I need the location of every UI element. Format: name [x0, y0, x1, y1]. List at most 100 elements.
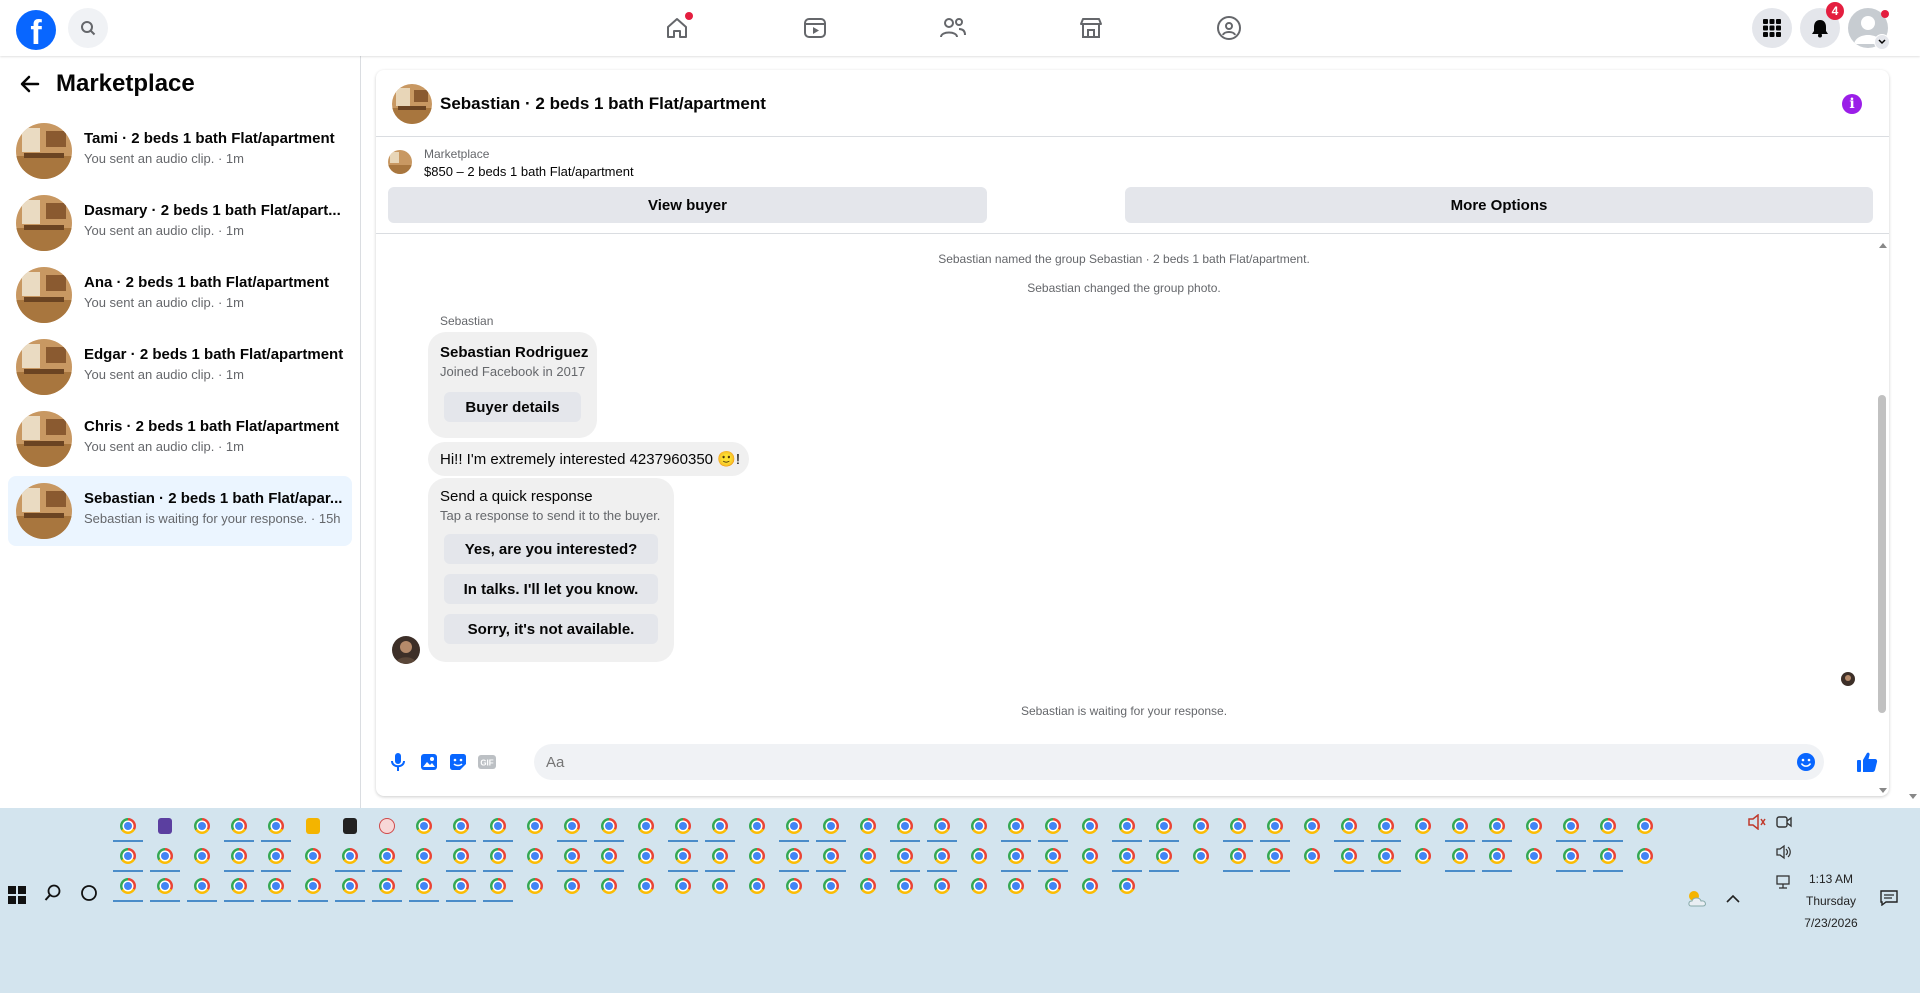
volume-muted-icon[interactable]	[1748, 814, 1766, 830]
search-button[interactable]	[68, 8, 108, 48]
listing-thumbnail[interactable]	[388, 150, 412, 174]
conversation-item[interactable]: Edgar · 2 beds 1 bath Flat/apartment You …	[8, 332, 352, 402]
taskbar-app-icon[interactable]	[1635, 844, 1655, 876]
taskbar-app-icon[interactable]	[192, 844, 212, 876]
taskbar-app-icon[interactable]	[335, 844, 365, 876]
like-button[interactable]	[1855, 750, 1879, 774]
taskbar-app-icon[interactable]	[1038, 844, 1068, 876]
taskbar-app-icon[interactable]	[932, 874, 952, 906]
taskbar-app-icon[interactable]	[594, 814, 624, 846]
taskbar-app-icon[interactable]	[224, 814, 254, 846]
view-buyer-button[interactable]: View buyer	[388, 187, 987, 223]
conversation-item[interactable]: Ana · 2 beds 1 bath Flat/apartment You se…	[8, 260, 352, 330]
taskbar-app-icon[interactable]	[636, 874, 656, 906]
taskbar-app-icon[interactable]	[1260, 814, 1290, 846]
quick-response-option[interactable]: Sorry, it's not available.	[444, 614, 658, 644]
taskbar-app-icon[interactable]	[821, 874, 841, 906]
menu-button[interactable]	[1752, 8, 1792, 48]
taskbar-app-icon[interactable]	[1149, 844, 1179, 876]
taskbar-app-icon[interactable]	[890, 814, 920, 846]
scrollbar-thumb[interactable]	[1878, 395, 1886, 713]
taskbar-app-icon[interactable]	[1524, 844, 1544, 876]
taskbar-app-icon[interactable]	[446, 844, 476, 876]
show-hidden-icons-chevron-up-icon[interactable]	[1726, 894, 1740, 904]
groups-nav-button[interactable]	[1209, 8, 1249, 48]
more-options-button[interactable]: More Options	[1125, 187, 1873, 223]
taskbar-app-icon[interactable]	[261, 874, 291, 906]
taskbar-app-icon[interactable]	[1260, 844, 1290, 876]
taskbar-app-icon[interactable]	[1112, 844, 1142, 876]
speaker-icon[interactable]	[1776, 844, 1792, 860]
taskbar-app-icon[interactable]	[155, 814, 175, 846]
action-center-icon[interactable]	[1880, 890, 1898, 906]
taskbar-app-icon[interactable]	[1006, 874, 1026, 906]
taskbar-app-icon[interactable]	[409, 874, 439, 906]
sender-avatar[interactable]	[392, 636, 420, 664]
taskbar-app-icon[interactable]	[340, 814, 360, 846]
taskbar-app-icon[interactable]	[1413, 844, 1433, 876]
taskbar-app-icon[interactable]	[1445, 844, 1475, 876]
taskbar-app-icon[interactable]	[224, 844, 254, 876]
taskbar-app-icon[interactable]	[710, 874, 730, 906]
conversation-item[interactable]: Chris · 2 beds 1 bath Flat/apartment You …	[8, 404, 352, 474]
page-scroll-down-icon[interactable]	[1909, 794, 1917, 800]
taskbar-app-icon[interactable]	[1223, 814, 1253, 846]
taskbar-app-icon[interactable]	[414, 844, 434, 876]
taskbar-app-icon[interactable]	[1556, 814, 1586, 846]
back-button[interactable]	[18, 72, 42, 101]
taskbar-app-icon[interactable]	[483, 874, 513, 906]
conversation-item[interactable]: Tami · 2 beds 1 bath Flat/apartment You s…	[8, 116, 352, 186]
taskbar-app-icon[interactable]	[1635, 814, 1655, 846]
message-input[interactable]	[534, 744, 1778, 780]
quick-response-option[interactable]: In talks. I'll let you know.	[444, 574, 658, 604]
taskbar-app-icon[interactable]	[557, 814, 587, 846]
taskbar-app-icon[interactable]	[1302, 814, 1322, 846]
meet-now-icon[interactable]	[1776, 814, 1792, 830]
taskbar-app-icon[interactable]	[150, 874, 180, 906]
start-button[interactable]	[8, 886, 26, 909]
attach-photo-button[interactable]	[419, 752, 439, 772]
conversation-title[interactable]: Sebastian · 2 beds 1 bath Flat/apartment	[440, 94, 766, 114]
taskbar-app-icon[interactable]	[1445, 814, 1475, 846]
facebook-logo[interactable]: f	[16, 10, 56, 50]
taskbar-app-icon[interactable]	[1080, 814, 1100, 846]
conversation-item[interactable]: Dasmary · 2 beds 1 bath Flat/apart... You…	[8, 188, 352, 258]
marketplace-nav-button[interactable]	[1071, 8, 1111, 48]
taskbar-app-icon[interactable]	[483, 844, 513, 876]
taskbar-app-icon[interactable]	[372, 874, 402, 906]
taskbar-app-icon[interactable]	[303, 844, 323, 876]
taskbar-app-icon[interactable]	[1191, 844, 1211, 876]
taskbar-app-icon[interactable]	[1223, 844, 1253, 876]
taskbar-app-icon[interactable]	[858, 814, 878, 846]
taskbar-app-icon[interactable]	[525, 874, 545, 906]
taskbar-app-icon[interactable]	[1117, 874, 1137, 906]
taskbar-app-icon[interactable]	[150, 844, 180, 876]
account-button[interactable]	[1848, 8, 1890, 50]
taskbar-app-icon[interactable]	[1112, 814, 1142, 846]
taskbar-app-icon[interactable]	[192, 814, 212, 846]
taskbar-app-icon[interactable]	[1001, 814, 1031, 846]
taskbar-app-icon[interactable]	[747, 874, 767, 906]
taskbar-app-icon[interactable]	[261, 844, 291, 876]
taskbar-app-icon[interactable]	[1080, 874, 1100, 906]
taskbar-app-icon[interactable]	[673, 874, 693, 906]
taskbar-app-icon[interactable]	[446, 814, 476, 846]
taskbar-app-icon[interactable]	[779, 814, 809, 846]
taskbar-app-icon[interactable]	[594, 844, 624, 876]
taskbar-app-icon[interactable]	[562, 874, 582, 906]
taskbar-app-icon[interactable]	[224, 874, 254, 906]
taskbar-app-icon[interactable]	[1593, 844, 1623, 876]
cortana-button[interactable]	[80, 884, 98, 907]
video-nav-button[interactable]	[795, 8, 835, 48]
taskbar-app-icon[interactable]	[303, 814, 323, 846]
taskbar-app-icon[interactable]	[1080, 844, 1100, 876]
taskbar-app-icon[interactable]	[668, 844, 698, 876]
taskbar-app-icon[interactable]	[525, 844, 545, 876]
clock-date[interactable]: 7/23/2026	[1796, 916, 1866, 930]
taskbar-app-icon[interactable]	[525, 814, 545, 846]
buyer-details-button[interactable]: Buyer details	[444, 392, 581, 422]
quick-response-option[interactable]: Yes, are you interested?	[444, 534, 658, 564]
taskbar-app-icon[interactable]	[187, 874, 217, 906]
taskbar-app-icon[interactable]	[784, 874, 804, 906]
taskbar-app-icon[interactable]	[446, 874, 476, 906]
